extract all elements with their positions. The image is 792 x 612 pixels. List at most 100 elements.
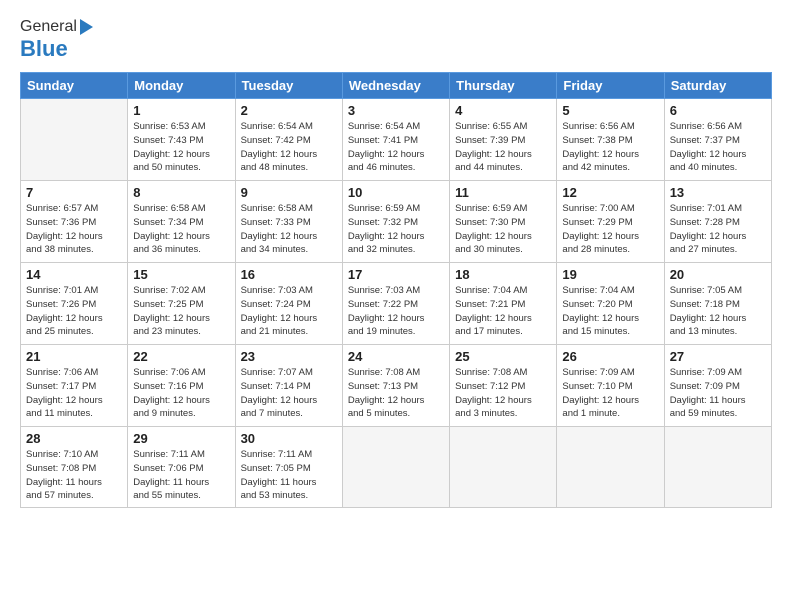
cell-info: Sunrise: 7:05 AM Sunset: 7:18 PM Dayligh… (670, 284, 766, 339)
day-number: 24 (348, 349, 444, 364)
day-number: 12 (562, 185, 658, 200)
day-number: 13 (670, 185, 766, 200)
calendar-cell: 24 Sunrise: 7:08 AM Sunset: 7:13 PM Dayli… (342, 345, 449, 427)
cell-info: Sunrise: 6:53 AM Sunset: 7:43 PM Dayligh… (133, 120, 229, 175)
calendar-cell: 16Sunrise: 7:03 AM Sunset: 7:24 PM Dayli… (235, 263, 342, 345)
calendar-cell: 4 Sunrise: 6:55 AM Sunset: 7:39 PM Daylig… (450, 99, 557, 181)
cell-info: Sunrise: 6:59 AM Sunset: 7:32 PM Dayligh… (348, 202, 444, 257)
calendar-cell: 2Sunrise: 6:54 AM Sunset: 7:42 PM Daylig… (235, 99, 342, 181)
calendar-cell: 5 Sunrise: 6:56 AM Sunset: 7:38 PM Daylig… (557, 99, 664, 181)
calendar-cell: 7 Sunrise: 6:57 AM Sunset: 7:36 PM Daylig… (21, 181, 128, 263)
calendar-cell: 25 Sunrise: 7:08 AM Sunset: 7:12 PM Dayli… (450, 345, 557, 427)
cell-info: Sunrise: 7:08 AM Sunset: 7:13 PM Dayligh… (348, 366, 444, 421)
day-number: 20 (670, 267, 766, 282)
day-number: 23 (241, 349, 337, 364)
cell-info: Sunrise: 7:06 AM Sunset: 7:17 PM Dayligh… (26, 366, 122, 421)
day-number: 21 (26, 349, 122, 364)
day-number: 26 (562, 349, 658, 364)
day-number: 3 (348, 103, 444, 118)
cell-info: Sunrise: 7:06 AM Sunset: 7:16 PM Dayligh… (133, 366, 229, 421)
calendar-cell: 11 Sunrise: 6:59 AM Sunset: 7:30 PM Dayli… (450, 181, 557, 263)
calendar-cell: 18 Sunrise: 7:04 AM Sunset: 7:21 PM Dayli… (450, 263, 557, 345)
page-header: General Blue (20, 18, 772, 62)
logo-arrow-icon (80, 19, 93, 35)
cell-info: Sunrise: 7:03 AM Sunset: 7:22 PM Dayligh… (348, 284, 444, 339)
weekday-header-wednesday: Wednesday (342, 73, 449, 99)
cell-info: Sunrise: 6:56 AM Sunset: 7:37 PM Dayligh… (670, 120, 766, 175)
cell-info: Sunrise: 7:01 AM Sunset: 7:28 PM Dayligh… (670, 202, 766, 257)
weekday-header-friday: Friday (557, 73, 664, 99)
cell-info: Sunrise: 7:01 AM Sunset: 7:26 PM Dayligh… (26, 284, 122, 339)
week-row-5: 28 Sunrise: 7:10 AM Sunset: 7:08 PM Dayli… (21, 427, 772, 508)
calendar-cell: 26 Sunrise: 7:09 AM Sunset: 7:10 PM Dayli… (557, 345, 664, 427)
weekday-header-tuesday: Tuesday (235, 73, 342, 99)
day-number: 17 (348, 267, 444, 282)
calendar-cell: 14 Sunrise: 7:01 AM Sunset: 7:26 PM Dayli… (21, 263, 128, 345)
day-number: 15 (133, 267, 229, 282)
day-number: 19 (562, 267, 658, 282)
calendar-cell: 9Sunrise: 6:58 AM Sunset: 7:33 PM Daylig… (235, 181, 342, 263)
cell-info: Sunrise: 7:11 AM Sunset: 7:06 PM Dayligh… (133, 448, 229, 503)
cell-info: Sunrise: 6:54 AM Sunset: 7:41 PM Dayligh… (348, 120, 444, 175)
cell-info: Sunrise: 7:11 AM Sunset: 7:05 PM Dayligh… (241, 448, 337, 503)
calendar-table: SundayMondayTuesdayWednesdayThursdayFrid… (20, 72, 772, 508)
cell-info: Sunrise: 7:10 AM Sunset: 7:08 PM Dayligh… (26, 448, 122, 503)
calendar-cell: 3 Sunrise: 6:54 AM Sunset: 7:41 PM Daylig… (342, 99, 449, 181)
cell-info: Sunrise: 6:58 AM Sunset: 7:34 PM Dayligh… (133, 202, 229, 257)
cell-info: Sunrise: 7:09 AM Sunset: 7:09 PM Dayligh… (670, 366, 766, 421)
week-row-4: 21 Sunrise: 7:06 AM Sunset: 7:17 PM Dayli… (21, 345, 772, 427)
day-number: 6 (670, 103, 766, 118)
day-number: 29 (133, 431, 229, 446)
cell-info: Sunrise: 7:07 AM Sunset: 7:14 PM Dayligh… (241, 366, 337, 421)
day-number: 11 (455, 185, 551, 200)
calendar-cell (557, 427, 664, 508)
cell-info: Sunrise: 6:59 AM Sunset: 7:30 PM Dayligh… (455, 202, 551, 257)
calendar-cell (664, 427, 771, 508)
calendar-cell: 12 Sunrise: 7:00 AM Sunset: 7:29 PM Dayli… (557, 181, 664, 263)
day-number: 28 (26, 431, 122, 446)
day-number: 4 (455, 103, 551, 118)
cell-info: Sunrise: 7:00 AM Sunset: 7:29 PM Dayligh… (562, 202, 658, 257)
calendar-cell: 29 Sunrise: 7:11 AM Sunset: 7:06 PM Dayli… (128, 427, 235, 508)
cell-info: Sunrise: 7:04 AM Sunset: 7:20 PM Dayligh… (562, 284, 658, 339)
calendar-cell: 27 Sunrise: 7:09 AM Sunset: 7:09 PM Dayli… (664, 345, 771, 427)
calendar-cell: 21 Sunrise: 7:06 AM Sunset: 7:17 PM Dayli… (21, 345, 128, 427)
calendar-cell: 20 Sunrise: 7:05 AM Sunset: 7:18 PM Dayli… (664, 263, 771, 345)
weekday-header-saturday: Saturday (664, 73, 771, 99)
calendar-cell: 15 Sunrise: 7:02 AM Sunset: 7:25 PM Dayli… (128, 263, 235, 345)
cell-info: Sunrise: 7:04 AM Sunset: 7:21 PM Dayligh… (455, 284, 551, 339)
day-number: 7 (26, 185, 122, 200)
week-row-1: 1 Sunrise: 6:53 AM Sunset: 7:43 PM Daylig… (21, 99, 772, 181)
weekday-header-thursday: Thursday (450, 73, 557, 99)
cell-info: Sunrise: 6:54 AM Sunset: 7:42 PM Dayligh… (241, 120, 337, 175)
calendar-cell: 23 Sunrise: 7:07 AM Sunset: 7:14 PM Dayli… (235, 345, 342, 427)
calendar-cell: 10Sunrise: 6:59 AM Sunset: 7:32 PM Dayli… (342, 181, 449, 263)
calendar-cell (21, 99, 128, 181)
day-number: 8 (133, 185, 229, 200)
cell-info: Sunrise: 7:02 AM Sunset: 7:25 PM Dayligh… (133, 284, 229, 339)
calendar-cell: 30Sunrise: 7:11 AM Sunset: 7:05 PM Dayli… (235, 427, 342, 508)
day-number: 14 (26, 267, 122, 282)
cell-info: Sunrise: 7:08 AM Sunset: 7:12 PM Dayligh… (455, 366, 551, 421)
day-number: 1 (133, 103, 229, 118)
calendar-cell (342, 427, 449, 508)
cell-info: Sunrise: 6:55 AM Sunset: 7:39 PM Dayligh… (455, 120, 551, 175)
cell-info: Sunrise: 7:09 AM Sunset: 7:10 PM Dayligh… (562, 366, 658, 421)
week-row-3: 14 Sunrise: 7:01 AM Sunset: 7:26 PM Dayli… (21, 263, 772, 345)
calendar-cell: 13 Sunrise: 7:01 AM Sunset: 7:28 PM Dayli… (664, 181, 771, 263)
day-number: 18 (455, 267, 551, 282)
calendar-cell: 8 Sunrise: 6:58 AM Sunset: 7:34 PM Daylig… (128, 181, 235, 263)
day-number: 5 (562, 103, 658, 118)
weekday-header-sunday: Sunday (21, 73, 128, 99)
cell-info: Sunrise: 6:56 AM Sunset: 7:38 PM Dayligh… (562, 120, 658, 175)
calendar-cell: 22Sunrise: 7:06 AM Sunset: 7:16 PM Dayli… (128, 345, 235, 427)
week-row-2: 7 Sunrise: 6:57 AM Sunset: 7:36 PM Daylig… (21, 181, 772, 263)
day-number: 25 (455, 349, 551, 364)
day-number: 16 (241, 267, 337, 282)
weekday-header-monday: Monday (128, 73, 235, 99)
cell-info: Sunrise: 6:57 AM Sunset: 7:36 PM Dayligh… (26, 202, 122, 257)
calendar-cell: 6 Sunrise: 6:56 AM Sunset: 7:37 PM Daylig… (664, 99, 771, 181)
logo-general-text: General (20, 18, 77, 36)
day-number: 27 (670, 349, 766, 364)
calendar-cell: 19 Sunrise: 7:04 AM Sunset: 7:20 PM Dayli… (557, 263, 664, 345)
